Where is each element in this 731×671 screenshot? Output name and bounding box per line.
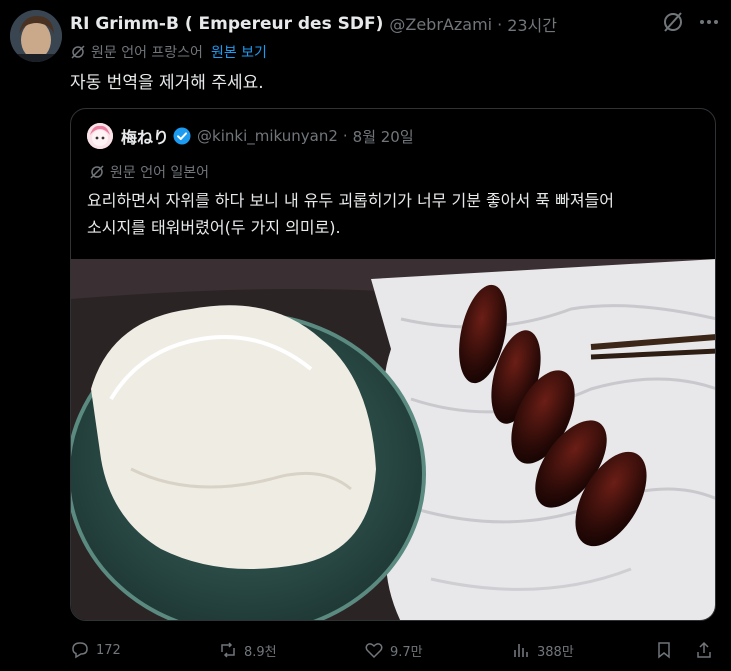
tweet-time[interactable]: 23시간	[507, 12, 557, 36]
author-avatar[interactable]	[10, 10, 62, 62]
quoted-photo[interactable]	[71, 259, 716, 621]
repost-icon	[221, 642, 235, 658]
translation-note: 원문 언어 프랑스어	[91, 45, 203, 61]
action-bar: 172 8.9천 9.7만 388만	[70, 640, 721, 662]
quoted-text: 요리하면서 자위를 하다 보니 내 유두 괴롭히기가 너무 기분 좋아서 푹 빠…	[87, 187, 702, 241]
quoted-tweet[interactable]: 梅ねり @kinki_mikunyan2 · 8월 20일 원문 언어 일본어 …	[70, 108, 716, 621]
view-original-link[interactable]: 원본 보기	[211, 42, 267, 62]
bookmark-button[interactable]	[654, 640, 680, 660]
grok-icon[interactable]	[660, 9, 686, 35]
avatar-image	[10, 10, 62, 62]
quoted-date[interactable]: 8월 20일	[353, 126, 414, 147]
more-icon[interactable]	[697, 10, 721, 34]
quoted-translation-row: 원문 언어 일본어	[89, 162, 209, 182]
translation-row: 원문 언어 프랑스어 원본 보기	[70, 42, 267, 62]
like-button[interactable]: 9.7만	[364, 640, 423, 660]
separator-dot: ·	[497, 14, 503, 34]
author-name[interactable]: RI Grimm-B ( Empereur des SDF)	[70, 14, 383, 34]
views-icon	[514, 644, 528, 657]
tweet-text: 자동 번역을 제거해 주세요.	[70, 73, 264, 93]
reply-count: 172	[96, 642, 121, 658]
repost-count: 8.9천	[244, 644, 277, 660]
translate-icon	[90, 165, 104, 179]
bookmark-icon	[658, 642, 670, 659]
like-count: 9.7만	[390, 644, 423, 660]
reply-icon	[72, 642, 88, 659]
quoted-header: 梅ねり @kinki_mikunyan2 · 8월 20일	[87, 123, 414, 149]
share-button[interactable]	[694, 640, 720, 660]
view-count: 388만	[537, 644, 574, 660]
share-icon	[697, 641, 711, 658]
quoted-text-line-2: 소시지를 태워버렸어(두 가지 의미로).	[87, 218, 341, 237]
tweet-header: RI Grimm-B ( Empereur des SDF) @ZebrAzam…	[70, 12, 557, 36]
views-button[interactable]: 388만	[511, 640, 574, 660]
quoted-translation-note: 원문 언어 일본어	[110, 165, 210, 181]
quoted-text-line-1: 요리하면서 자위를 하다 보니 내 유두 괴롭히기가 너무 기분 좋아서 푹 빠…	[87, 191, 614, 210]
quoted-author-handle[interactable]: @kinki_mikunyan2	[197, 127, 338, 145]
quoted-author-name[interactable]: 梅ねり	[121, 124, 169, 148]
verified-badge-icon	[173, 127, 191, 145]
repost-button[interactable]: 8.9천	[218, 640, 277, 660]
translate-icon	[71, 45, 85, 59]
reply-button[interactable]: 172	[70, 640, 121, 660]
like-icon	[365, 643, 383, 659]
author-handle[interactable]: @ZebrAzami	[389, 15, 492, 34]
separator-dot: ·	[342, 127, 348, 145]
quoted-avatar[interactable]	[87, 123, 113, 149]
